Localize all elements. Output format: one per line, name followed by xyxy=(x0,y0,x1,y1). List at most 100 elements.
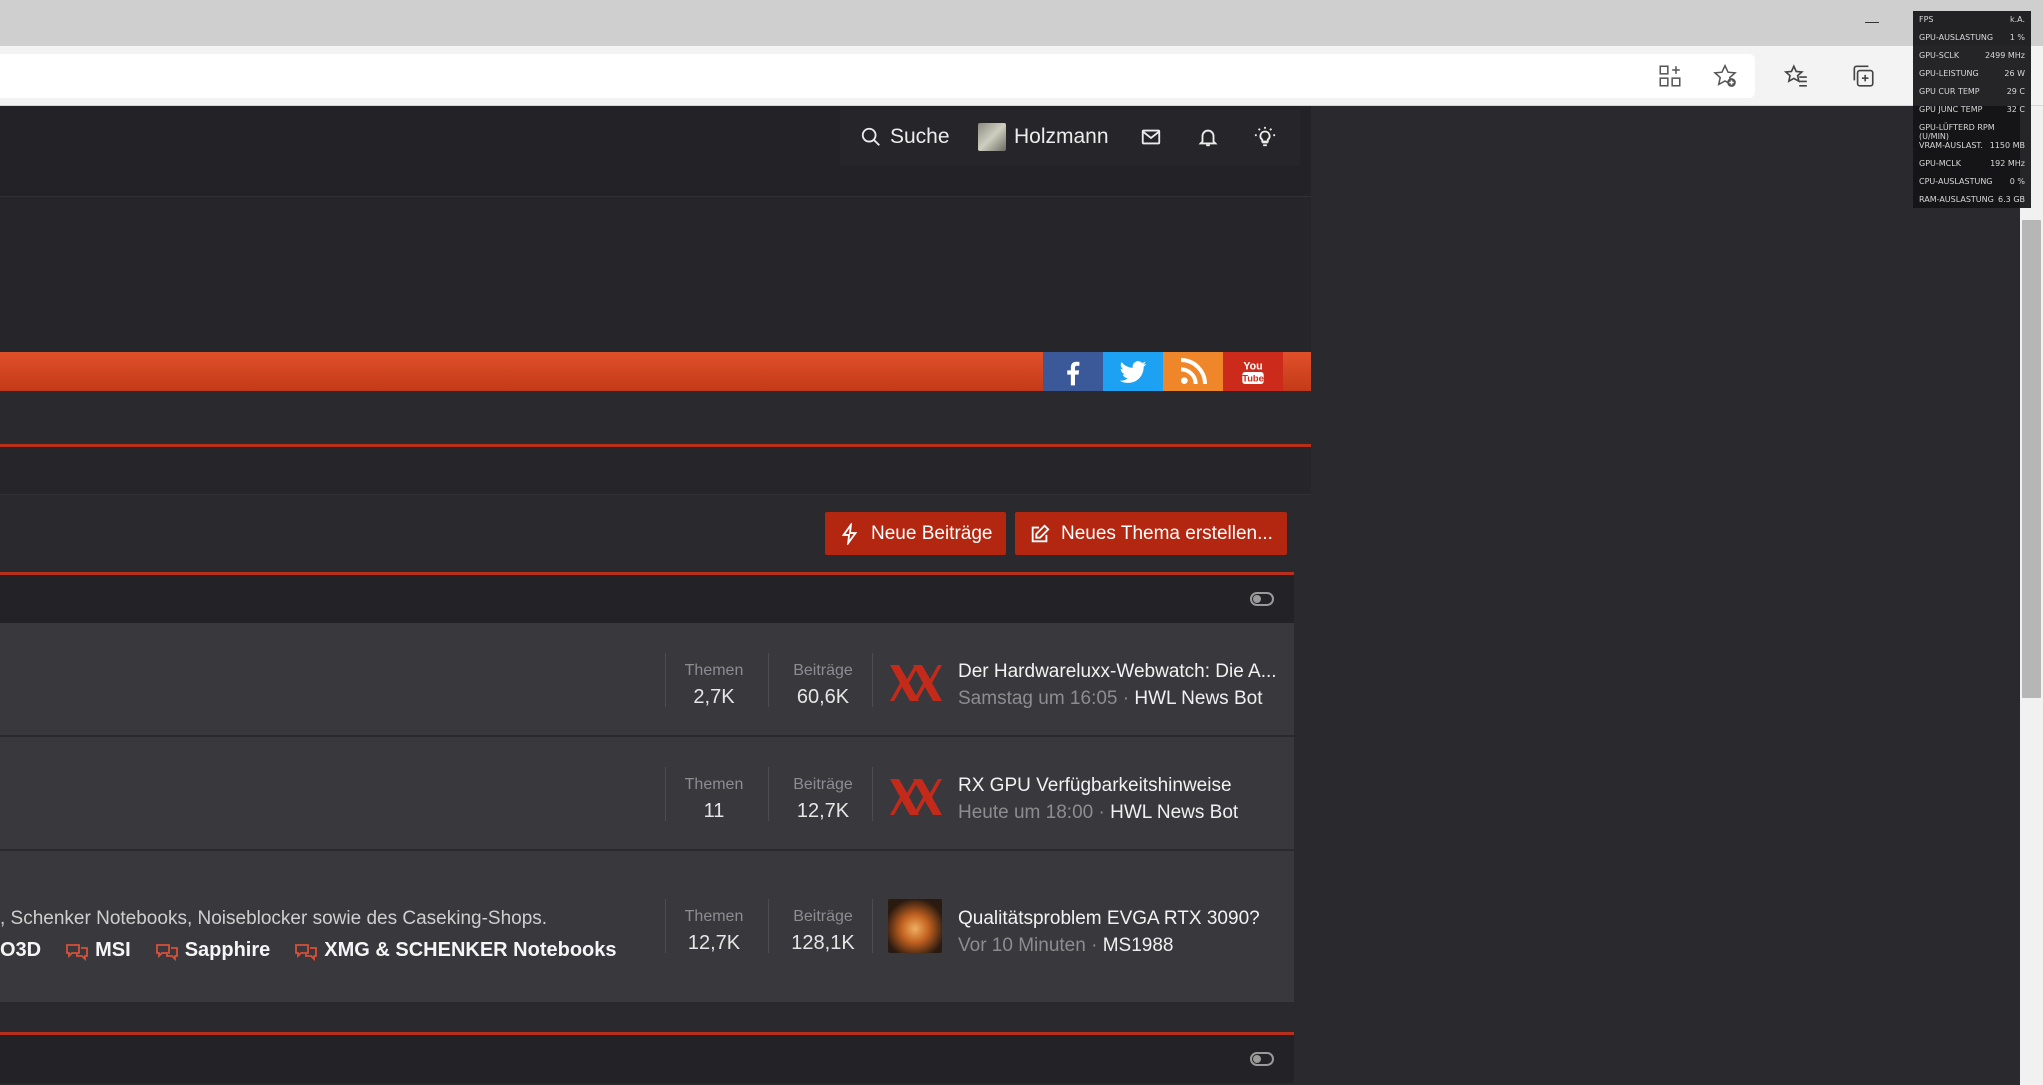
subforum-label: Sapphire xyxy=(184,939,271,961)
forum-row[interactable]: Themen 11 Beiträge 12,7K RX GPU Verfügba… xyxy=(0,737,1294,851)
overlay-label: GPU-LÜFTERD RPM (U/MIN) xyxy=(1919,123,1995,141)
last-post-title[interactable]: RX GPU Verfügbarkeitshinweise xyxy=(958,775,1278,797)
divider xyxy=(872,767,873,821)
threads-count: 11 xyxy=(703,800,725,822)
collections-icon[interactable] xyxy=(1845,58,1881,94)
posts-label: Beiträge xyxy=(793,908,853,925)
divider xyxy=(768,653,769,707)
overlay-label: FPS xyxy=(1919,15,1934,24)
user-menu[interactable]: Holzmann xyxy=(978,123,1109,151)
overlay-value: 26 W xyxy=(2004,69,2025,78)
overlay-row: GPU-LEISTUNG 26 W xyxy=(1919,69,2025,85)
last-post-user[interactable]: HWL News Bot xyxy=(1134,688,1262,709)
subforum-link[interactable]: O3D xyxy=(0,939,41,962)
comments-icon xyxy=(66,943,89,961)
overlay-label: GPU-AUSLASTUNG xyxy=(1919,33,1994,42)
subforum-link[interactable]: XMG & SCHENKER Notebooks xyxy=(294,939,617,962)
youtube-link[interactable]: You Tube xyxy=(1223,352,1283,391)
subforum-label: XMG & SCHENKER Notebooks xyxy=(324,939,617,961)
collapse-toggle[interactable] xyxy=(1250,1052,1274,1066)
add-favorite-icon[interactable] xyxy=(1707,58,1743,94)
overlay-value: 0 % xyxy=(2009,177,2025,186)
overlay-value: 1 % xyxy=(2009,33,2025,42)
avatar[interactable] xyxy=(888,899,942,953)
collapse-toggle[interactable] xyxy=(1250,592,1274,606)
top-navigation: Suche Holzmann xyxy=(0,106,1311,197)
scrollbar-thumb[interactable] xyxy=(2022,220,2041,698)
overlay-row: GPU CUR TEMP 29 C xyxy=(1919,87,2025,103)
twitter-link[interactable] xyxy=(1103,352,1163,391)
overlay-label: VRAM-AUSLAST. xyxy=(1919,141,1983,150)
rss-link[interactable] xyxy=(1163,352,1223,391)
forum-row[interactable]: Themen 2,7K Beiträge 60,6K Der Hardwarel… xyxy=(0,623,1294,737)
overlay-label: GPU CUR TEMP xyxy=(1919,87,1980,96)
overlay-value: 6.3 GB xyxy=(1998,195,2025,204)
subforum-link[interactable]: Sapphire xyxy=(155,939,271,962)
search-label: Suche xyxy=(890,125,950,148)
overlay-label: CPU-AUSLASTUNG xyxy=(1919,177,1993,186)
last-post-time[interactable]: Samstag um 16:05 xyxy=(958,688,1117,709)
app-available-icon[interactable] xyxy=(1652,58,1688,94)
posts-label: Beiträge xyxy=(793,776,853,793)
performance-overlay: FPS k.A. GPU-AUSLASTUNG 1 % GPU-SCLK 2499 MHz… xyxy=(1913,11,2031,208)
overlay-value: 192 MHz xyxy=(1990,159,2025,168)
divider xyxy=(768,899,769,953)
page-background xyxy=(1311,106,2020,1085)
new-thread-button[interactable]: Neues Thema erstellen... xyxy=(1015,512,1287,555)
last-post-title[interactable]: Qualitätsproblem EVGA RTX 3090? xyxy=(958,908,1278,930)
subforum-label: O3D xyxy=(0,939,42,961)
last-post-meta: Samstag um 16:05 · HWL News Bot xyxy=(958,688,1262,710)
last-post-time[interactable]: Vor 10 Minuten xyxy=(958,935,1086,956)
hwl-logo-icon[interactable] xyxy=(888,657,944,709)
svg-text:You: You xyxy=(1243,360,1262,372)
alerts-link[interactable] xyxy=(1197,124,1219,150)
last-post-user[interactable]: MS1988 xyxy=(1103,935,1174,956)
comments-icon xyxy=(155,943,178,961)
window-titlebar xyxy=(0,0,2043,46)
facebook-icon xyxy=(1067,361,1080,385)
overlay-row: GPU-LÜFTERD RPM (U/MIN) xyxy=(1919,123,2025,141)
inbox-link[interactable] xyxy=(1140,124,1162,150)
forum-row[interactable]: , Schenker Notebooks, Noiseblocker sowie… xyxy=(0,851,1294,1002)
overlay-row: RAM-AUSLASTUNG 6.3 GB xyxy=(1919,195,2025,211)
new-posts-button[interactable]: Neue Beiträge xyxy=(825,512,1007,555)
subforum-link[interactable]: MSI xyxy=(65,939,131,962)
threads-label: Themen xyxy=(684,776,744,793)
meta-separator: · xyxy=(1085,935,1103,956)
threads-label: Themen xyxy=(684,662,744,679)
overlay-value: k.A. xyxy=(2009,15,2025,24)
minimize-button[interactable] xyxy=(1862,12,1884,32)
address-bar[interactable] xyxy=(0,54,1755,98)
new-thread-label: Neues Thema erstellen... xyxy=(1061,522,1273,544)
threads-stat: Themen 2,7K xyxy=(663,662,765,709)
favorites-icon[interactable] xyxy=(1778,58,1814,94)
overlay-row: GPU-SCLK 2499 MHz xyxy=(1919,51,2025,67)
site-banner xyxy=(0,197,1311,358)
threads-count: 2,7K xyxy=(693,686,735,708)
hwl-logo-icon[interactable] xyxy=(888,771,944,823)
overlay-value: 29 C xyxy=(2006,87,2025,96)
overlay-label: GPU-MCLK xyxy=(1919,159,1961,168)
overlay-row: CPU-AUSLASTUNG 0 % xyxy=(1919,177,2025,193)
search-icon xyxy=(861,127,880,146)
divider xyxy=(872,653,873,707)
overlay-value: 2499 MHz xyxy=(1984,51,2025,60)
last-post-time[interactable]: Heute um 18:00 xyxy=(958,802,1093,823)
avatar xyxy=(978,123,1006,151)
scrollbar[interactable] xyxy=(2020,106,2043,1085)
style-toggle[interactable] xyxy=(1254,124,1276,150)
threads-stat: Themen 12,7K xyxy=(663,908,765,955)
overlay-row: GPU JUNC TEMP 32 C xyxy=(1919,105,2025,121)
last-post-user[interactable]: HWL News Bot xyxy=(1110,802,1238,823)
overlay-row: GPU-MCLK 192 MHz xyxy=(1919,159,2025,175)
forum-page: Suche Holzmann You Tube Neue Beiträge Ne… xyxy=(0,106,1311,1085)
bolt-icon xyxy=(841,522,858,545)
facebook-link[interactable] xyxy=(1043,352,1103,391)
overlay-label: GPU JUNC TEMP xyxy=(1919,105,1983,114)
threads-count: 12,7K xyxy=(687,932,741,954)
search-link[interactable]: Suche xyxy=(860,124,950,150)
overlay-label: GPU-SCLK xyxy=(1919,51,1960,60)
last-post-title[interactable]: Der Hardwareluxx-Webwatch: Die A... xyxy=(958,661,1278,683)
posts-count: 128,1K xyxy=(791,932,855,954)
posts-stat: Beiträge 60,6K xyxy=(772,662,874,709)
